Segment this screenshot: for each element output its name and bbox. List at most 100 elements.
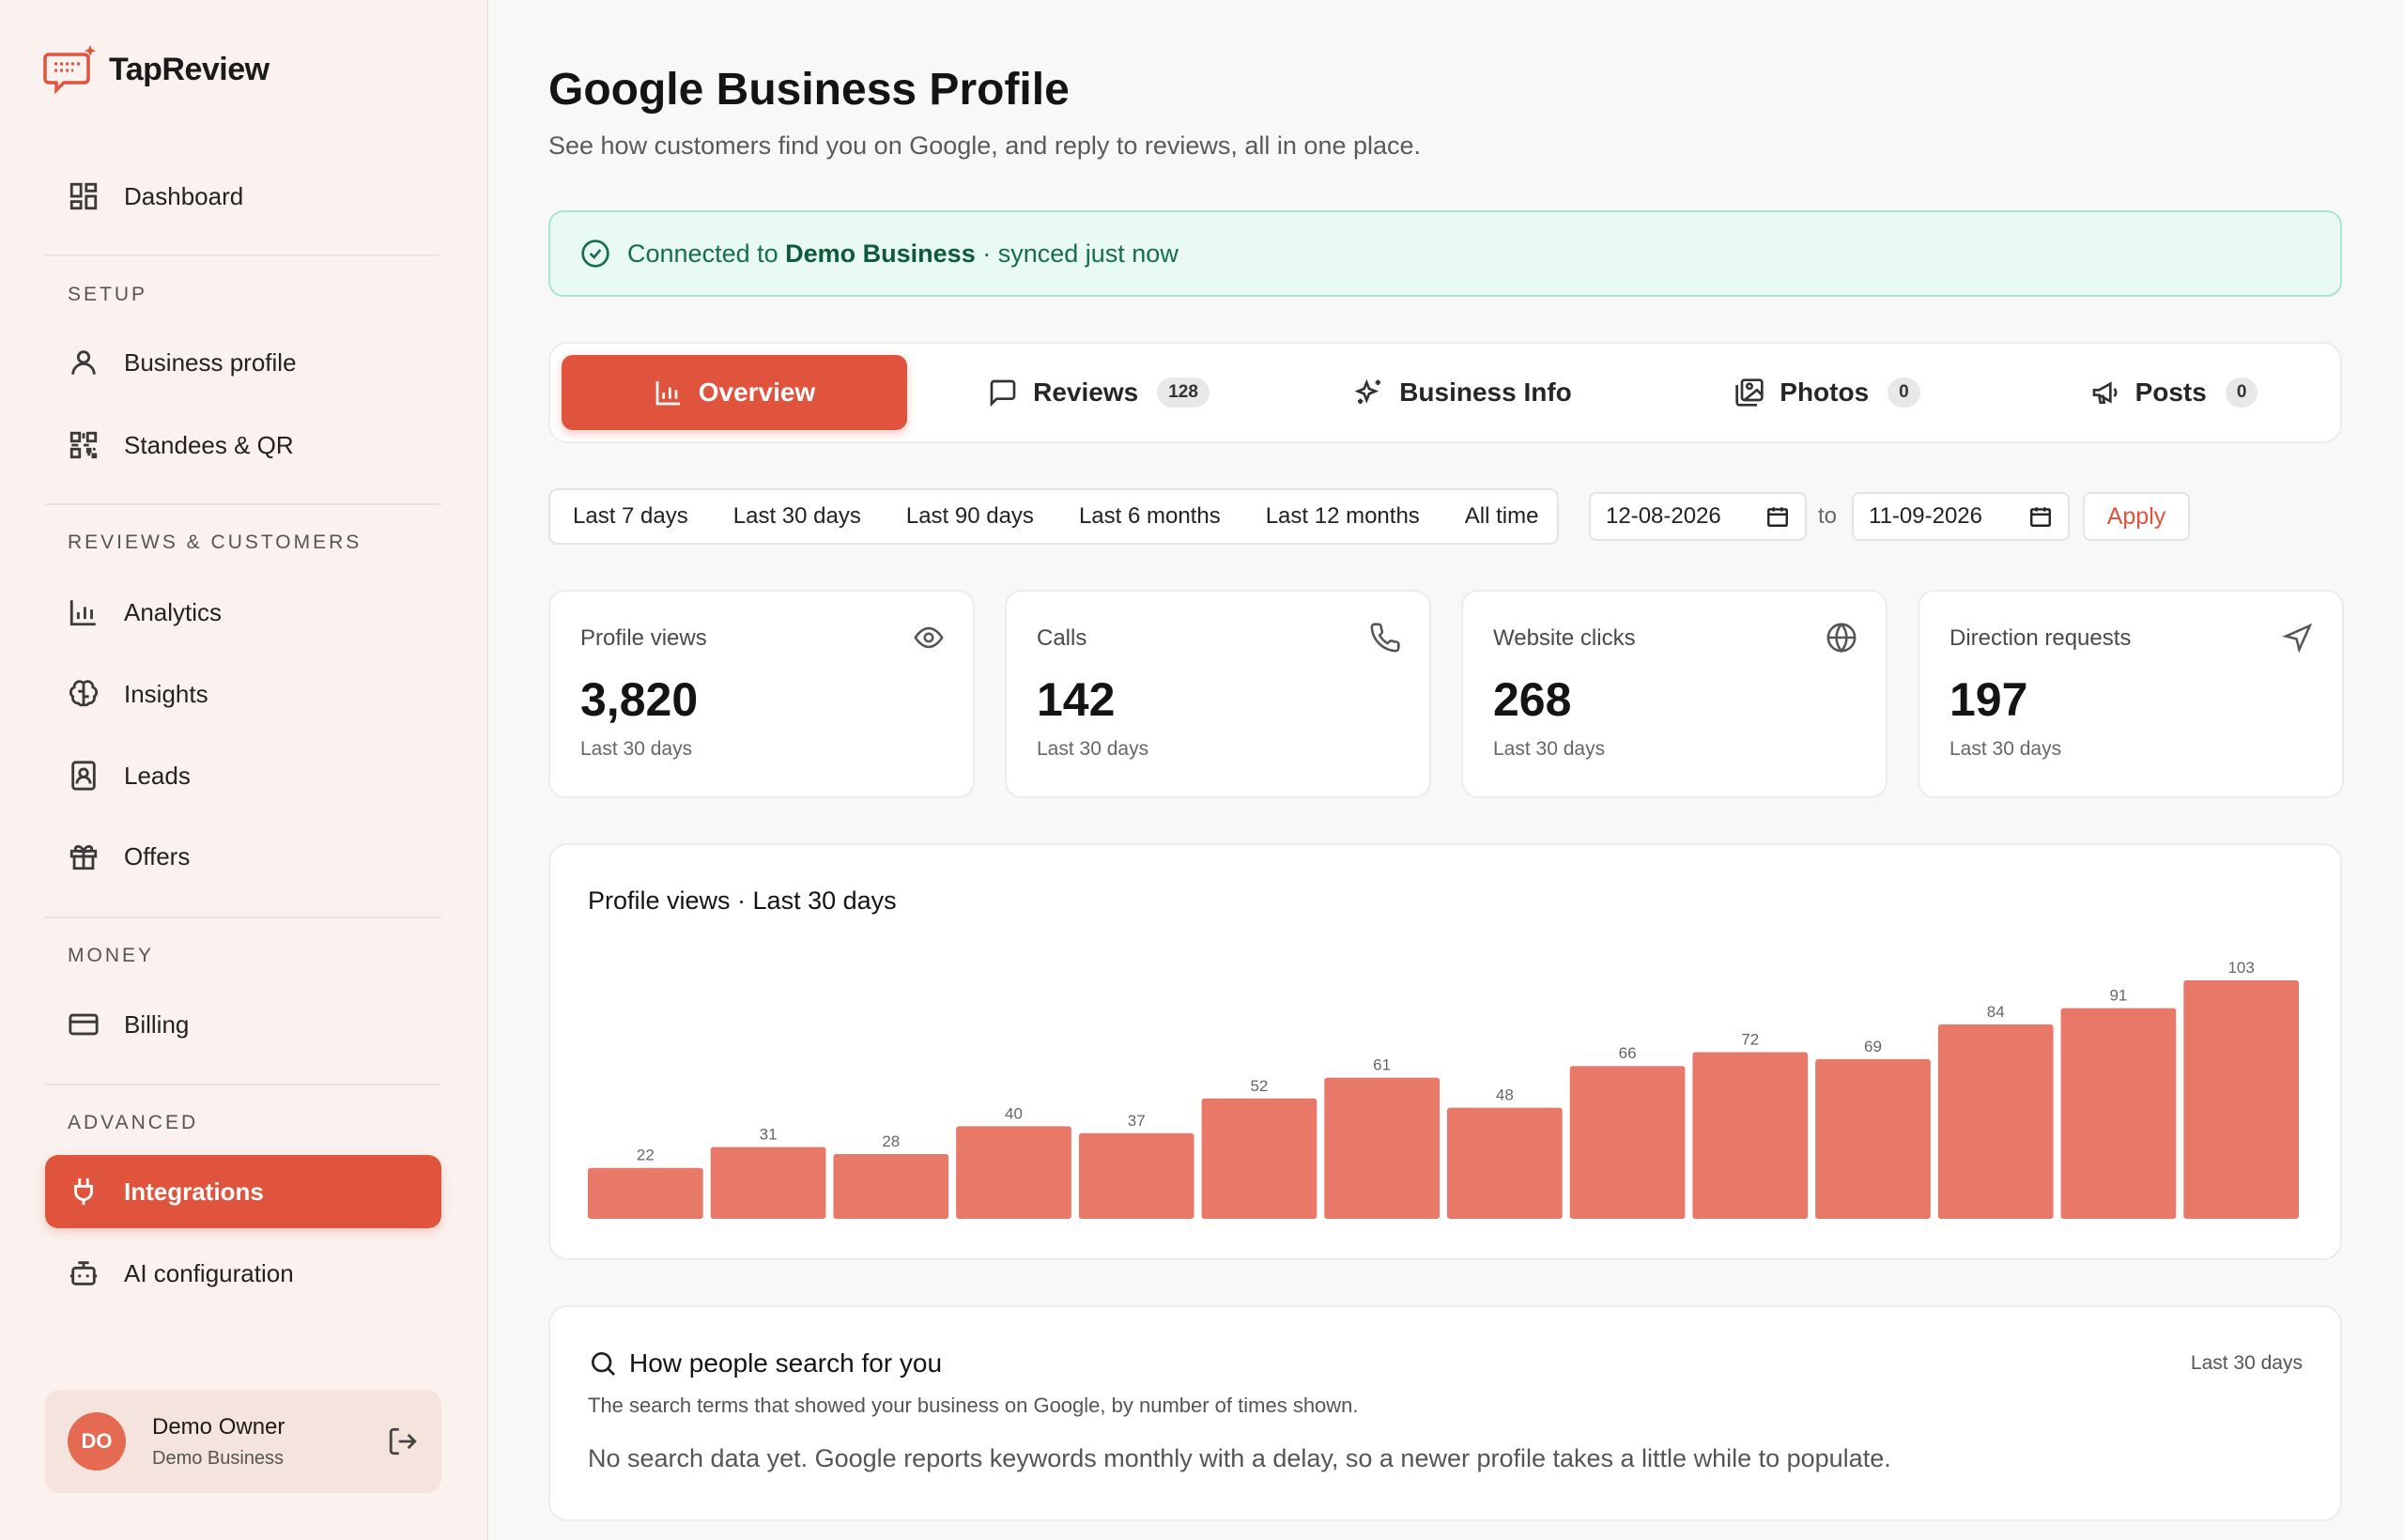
page-subtitle: See how customers find you on Google, an… bbox=[548, 131, 1422, 160]
range-last-7-days[interactable]: Last 7 days bbox=[550, 503, 711, 530]
stat-period: Last 30 days bbox=[580, 738, 693, 760]
phone-icon bbox=[1369, 622, 1401, 654]
sidebar-item-standees[interactable]: Standees & QR bbox=[45, 408, 441, 482]
chart-bar[interactable] bbox=[1447, 1107, 1563, 1219]
sidebar-item-insights[interactable]: Insights bbox=[45, 657, 441, 731]
profile-views-chart-card: Profile views · Last 30 days 22 31 28 40 37 5… bbox=[548, 843, 2342, 1260]
sidebar-item-billing[interactable]: Billing bbox=[45, 988, 441, 1061]
range-last-6-months[interactable]: Last 6 months bbox=[1056, 503, 1243, 530]
sidebar-divider bbox=[45, 503, 441, 505]
stat-card-website-clicks: Website clicks 268 Last 30 days bbox=[1461, 590, 1888, 798]
chart-bar[interactable] bbox=[1569, 1066, 1686, 1219]
sidebar-item-analytics[interactable]: Analytics bbox=[45, 576, 441, 649]
sidebar-item-leads[interactable]: Leads bbox=[45, 739, 441, 812]
avatar: DO bbox=[68, 1412, 126, 1471]
search-icon bbox=[592, 1352, 615, 1376]
stat-value: 3,820 bbox=[580, 673, 699, 726]
sidebar-divider bbox=[45, 916, 441, 918]
range-last-12-months[interactable]: Last 12 months bbox=[1243, 503, 1442, 530]
images-icon bbox=[1735, 378, 1764, 407]
user-business: Demo Business bbox=[152, 1447, 285, 1469]
chart-bar[interactable] bbox=[833, 1153, 949, 1219]
tab-business-info[interactable]: Business Info bbox=[1290, 355, 1636, 430]
sidebar-item-label: Standees & QR bbox=[124, 430, 294, 459]
chart-bar-value-label: 103 bbox=[2227, 959, 2254, 977]
search-terms-card: How people search for you Last 30 days T… bbox=[548, 1305, 2342, 1521]
date-from-value: 12-08-2026 bbox=[1606, 503, 1721, 529]
sidebar-divider bbox=[45, 254, 441, 256]
message-square-icon bbox=[990, 379, 1016, 408]
apply-button[interactable]: Apply bbox=[2083, 492, 2190, 541]
sidebar-item-label: Dashboard bbox=[124, 181, 244, 210]
megaphone-icon bbox=[2092, 381, 2117, 404]
user-card[interactable]: DO Demo Owner Demo Business bbox=[45, 1390, 441, 1493]
connection-prefix: Connected to bbox=[627, 239, 778, 268]
sidebar-item-ai-configuration[interactable]: AI configuration bbox=[45, 1237, 441, 1310]
stat-period: Last 30 days bbox=[1949, 738, 2062, 760]
stat-card-calls: Calls 142 Last 30 days bbox=[1005, 590, 1431, 798]
user-icon bbox=[68, 346, 100, 378]
range-last-90-days[interactable]: Last 90 days bbox=[884, 503, 1056, 530]
search-period: Last 30 days bbox=[2190, 1352, 2303, 1374]
tab-reviews[interactable]: Reviews 128 bbox=[926, 355, 1271, 430]
user-name: Demo Owner bbox=[152, 1413, 285, 1440]
page-title: Google Business Profile bbox=[548, 65, 1070, 115]
range-last-30-days[interactable]: Last 30 days bbox=[711, 503, 884, 530]
chart-bar[interactable] bbox=[1815, 1058, 1931, 1219]
chart-bar[interactable] bbox=[710, 1147, 826, 1219]
date-to-input[interactable]: 11-09-2026 bbox=[1852, 492, 2070, 541]
tab-posts[interactable]: Posts 0 bbox=[2019, 355, 2329, 430]
chart-bar[interactable] bbox=[1324, 1077, 1440, 1219]
stat-label: Direction requests bbox=[1949, 625, 2132, 651]
chart-bar[interactable] bbox=[2183, 980, 2299, 1219]
dashboard-icon bbox=[68, 180, 100, 212]
chart-bar-value-label: 69 bbox=[1864, 1038, 1882, 1055]
section-label-money: MONEY bbox=[68, 945, 155, 966]
tab-photos[interactable]: Photos 0 bbox=[1655, 355, 2000, 430]
chart-bar[interactable] bbox=[2060, 1008, 2177, 1219]
chart-bar-value-label: 48 bbox=[1496, 1086, 1514, 1104]
sidebar-item-label: Leads bbox=[124, 761, 191, 790]
sidebar-item-label: Billing bbox=[124, 1009, 190, 1039]
sidebar-item-dashboard[interactable]: Dashboard bbox=[45, 160, 441, 233]
connection-banner: Connected to Demo Business · synced just… bbox=[548, 210, 2342, 297]
logout-icon[interactable] bbox=[387, 1425, 419, 1457]
stat-card-direction-requests: Direction requests 197 Last 30 days bbox=[1918, 590, 2344, 798]
sidebar-item-integrations[interactable]: Integrations bbox=[45, 1155, 441, 1228]
tab-label: Business Info bbox=[1399, 377, 1572, 407]
chart-bar[interactable] bbox=[1078, 1132, 1194, 1219]
bar-chart-icon bbox=[655, 381, 680, 406]
sidebar-item-business-profile[interactable]: Business profile bbox=[45, 326, 441, 399]
chart-bar[interactable] bbox=[1692, 1052, 1809, 1219]
credit-card-icon bbox=[68, 1009, 100, 1040]
calendar-icon[interactable] bbox=[1765, 504, 1790, 529]
chart-bar-value-label: 66 bbox=[1619, 1044, 1637, 1062]
chart-bar-value-label: 72 bbox=[1741, 1030, 1759, 1048]
connected-business: Demo Business bbox=[785, 239, 976, 268]
globe-icon bbox=[1826, 622, 1857, 654]
app-logo[interactable]: TapReview bbox=[43, 41, 270, 98]
chart-bar-value-label: 31 bbox=[760, 1126, 778, 1144]
date-from-input[interactable]: 12-08-2026 bbox=[1589, 492, 1807, 541]
stat-label: Website clicks bbox=[1493, 625, 1636, 651]
calendar-icon[interactable] bbox=[2028, 504, 2053, 529]
sync-status: · synced just now bbox=[982, 239, 1179, 268]
stat-value: 268 bbox=[1493, 673, 1572, 726]
search-title-text: How people search for you bbox=[629, 1348, 943, 1378]
section-label-reviews: REVIEWS & CUSTOMERS bbox=[68, 531, 362, 553]
chart-bar[interactable] bbox=[956, 1126, 1071, 1219]
tab-label: Posts bbox=[2134, 377, 2207, 407]
bar-chart-icon bbox=[68, 596, 100, 628]
range-all-time[interactable]: All time bbox=[1442, 503, 1562, 530]
chart-bar[interactable] bbox=[1201, 1098, 1318, 1219]
chart-bar[interactable] bbox=[1937, 1024, 2054, 1219]
navigation-icon bbox=[2282, 622, 2314, 654]
chart-bar-value-label: 22 bbox=[637, 1147, 655, 1164]
tab-bar: Overview Reviews 128 Business Info Photo… bbox=[548, 342, 2342, 443]
sidebar-item-offers[interactable]: Offers bbox=[45, 820, 441, 893]
user-info: Demo Owner Demo Business bbox=[152, 1414, 285, 1470]
bot-icon bbox=[68, 1257, 100, 1289]
section-label-setup: SETUP bbox=[68, 284, 148, 305]
chart-bar[interactable] bbox=[588, 1167, 703, 1219]
tab-overview[interactable]: Overview bbox=[562, 355, 907, 430]
